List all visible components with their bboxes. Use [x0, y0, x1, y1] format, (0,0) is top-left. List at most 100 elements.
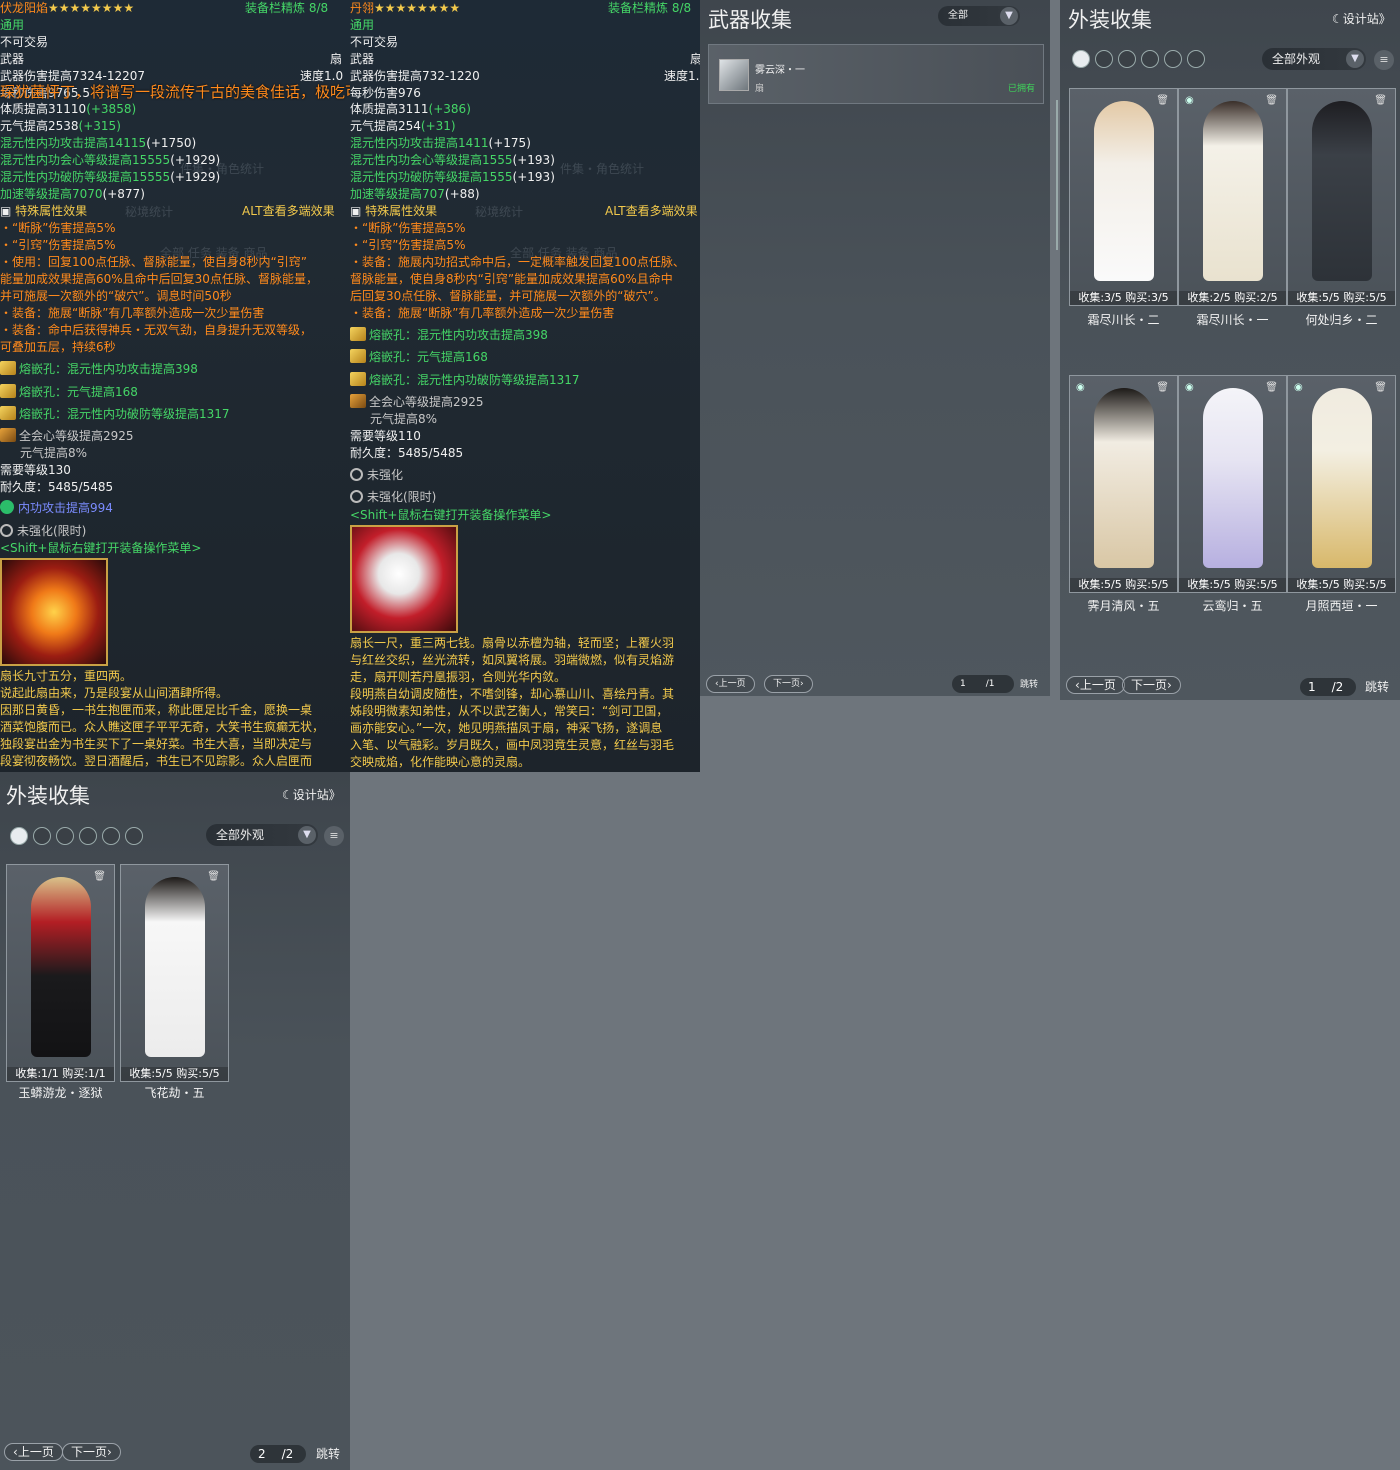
stat-spirit: 元气提高254 — [350, 119, 421, 133]
trash-icon[interactable]: 🗑 — [1374, 95, 1387, 106]
special-line: ・装备：命中后获得神兵・无双气劲，自身提升无双等级， — [0, 323, 313, 337]
desc-line: 因那日黄昏，一书生抱匣而来，称此匣足比千金，愿换一桌 — [0, 703, 313, 717]
outfit-card[interactable]: 🗑 收集:5/5 购买:5/5 — [1287, 88, 1396, 306]
outfit-filter-dropdown[interactable]: 全部外观 ▼ — [1262, 48, 1366, 70]
gem-slot: 熔嵌孔：混元性内功攻击提高398 — [369, 328, 548, 342]
desc-line: 扇长一尺，重三两七钱。扇骨以赤檀为轴，轻而坚；上覆火羽 — [350, 636, 675, 650]
scroll-icon[interactable] — [125, 827, 143, 845]
clothing-icon[interactable] — [33, 827, 51, 845]
chevron-down-icon[interactable]: ▼ — [1346, 50, 1364, 68]
special-line: 能量加成效果提高60%且命中后回复30点任脉、督脉能量， — [0, 272, 318, 286]
gem-slot: 熔嵌孔：元气提高168 — [369, 350, 488, 364]
desc-line: 段明燕自幼调皮随性，不嗜剑锋，却心慕山川、喜绘丹青。其 — [350, 687, 675, 701]
shift-hint: <Shift+鼠标右键打开装备操作菜单> — [0, 541, 202, 555]
outfit-figure — [31, 877, 91, 1057]
category-all-icon[interactable] — [1072, 50, 1090, 68]
monitor-icon: ▣ — [0, 204, 16, 218]
chevron-down-icon[interactable]: ▼ — [298, 826, 316, 844]
scroll-icon[interactable] — [1187, 50, 1205, 68]
prev-page-button[interactable]: ‹上一页 — [4, 1443, 63, 1461]
dropdown-value: 全部 — [948, 10, 968, 21]
trash-icon[interactable]: 🗑 — [1374, 382, 1387, 393]
chevron-down-icon[interactable]: ▼ — [1000, 7, 1018, 25]
prev-label: 上一页 — [17, 1445, 54, 1459]
stat-bonus: (+386) — [428, 102, 471, 116]
filter-settings-icon[interactable]: ≡ — [1374, 50, 1394, 70]
outfit-card[interactable]: ◉ 🗑 收集:5/5 购买:5/5 — [1287, 375, 1396, 593]
trash-icon[interactable]: 🗑 — [207, 871, 220, 882]
filter-settings-icon[interactable]: ≡ — [324, 826, 344, 846]
next-page-button[interactable]: 下一页› — [62, 1443, 121, 1461]
armor-icon[interactable] — [56, 827, 74, 845]
stat-bonus: (+175) — [488, 136, 531, 150]
clothing-icon[interactable] — [1095, 50, 1113, 68]
prev-page-button[interactable]: ‹上一页 — [706, 675, 755, 693]
next-page-button[interactable]: 下一页› — [1122, 676, 1181, 694]
weapon-damage: 武器伤害提高732-1220 — [350, 69, 480, 83]
desc-line: 走，扇开则若丹凰振羽，合则光华内敛。 — [350, 670, 567, 684]
weapon-name: 雾云深・一 — [755, 65, 805, 76]
outfit-card[interactable]: 🗑 收集:1/1 购买:1/1 — [6, 864, 115, 1082]
desc-line: 姊段明微素知弟性，从不以武艺衡人，常笑曰：“剑可卫国， — [350, 704, 669, 718]
panel-title: 外装收集 — [1068, 8, 1152, 32]
owned-status: 已拥有 — [1007, 84, 1035, 94]
prev-page-button[interactable]: ‹上一页 — [1066, 676, 1125, 694]
outfit-card[interactable]: 🗑 收集:3/5 购买:3/5 — [1069, 88, 1178, 306]
outfit-card[interactable]: ◉ 🗑 收集:5/5 购买:5/5 — [1178, 375, 1287, 593]
stat-constitution: 体质提高3111 — [350, 102, 429, 116]
pet-icon[interactable] — [1164, 50, 1182, 68]
design-station-link[interactable]: ☾设计站》 — [1332, 10, 1391, 27]
armor-icon[interactable] — [1118, 50, 1136, 68]
chevron-right-icon: › — [800, 679, 804, 689]
badge-icon: ◉ — [1076, 382, 1085, 393]
trash-icon[interactable]: 🗑 — [1265, 382, 1278, 393]
stat-bonus: (+1929) — [170, 153, 221, 167]
refine-level: 装备栏精炼 8/8 — [245, 1, 329, 15]
trash-icon[interactable]: 🗑 — [1265, 95, 1278, 106]
gear-icon — [350, 468, 363, 481]
page-input[interactable]: 1/2 — [1300, 678, 1356, 696]
monitor-icon: ▣ — [350, 204, 366, 218]
outfit-filter-dropdown[interactable]: 全部外观 ▼ — [206, 824, 318, 846]
trash-icon[interactable]: 🗑 — [93, 871, 106, 882]
desc-line: 与红丝交织，丝光流转，如凤翼将展。羽端微燃，似有灵焰游 — [350, 653, 675, 667]
page-input[interactable]: 2/2 — [250, 1445, 306, 1463]
page-total: /2 — [281, 1447, 294, 1461]
outfit-card[interactable]: ◉ 🗑 收集:2/5 购买:2/5 — [1178, 88, 1287, 306]
weapon-collection-panel: 武器收集 全部 ▼ 雾云深・一 扇 已拥有 ‹上一页 下一页› 1/1 跳转 — [700, 0, 1058, 696]
gem-icon — [350, 372, 366, 386]
weapon-list-item[interactable]: 雾云深・一 扇 已拥有 — [708, 44, 1044, 104]
outfit-figure — [1203, 101, 1263, 281]
prev-label: 上一页 — [1079, 678, 1116, 692]
cape-icon[interactable] — [79, 827, 97, 845]
pet-icon[interactable] — [102, 827, 120, 845]
category-all-icon[interactable] — [10, 827, 28, 845]
trash-icon[interactable]: 🗑 — [1156, 382, 1169, 393]
outfit-name: 云鸾归・五 — [1202, 599, 1263, 613]
jump-button[interactable]: 跳转 — [316, 1445, 340, 1462]
stat-bonus: (+193) — [512, 170, 555, 184]
jump-button[interactable]: 跳转 — [1020, 677, 1038, 690]
trade-status: 不可交易 — [0, 35, 49, 49]
design-station-link[interactable]: ☾设计站》 — [282, 786, 341, 803]
cape-icon[interactable] — [1141, 50, 1159, 68]
item-tooltip-1: 件集・角色统计 秘境统计 全部 任务 装备 商品 伏龙阳焰★★★★★★★★ 装备… — [0, 0, 350, 772]
jump-button[interactable]: 跳转 — [1365, 678, 1389, 695]
stat-bonus: (+315) — [78, 119, 121, 133]
special-line: 后回复30点任脉、督脉能量，并可施展一次额外的“破穴”。 — [350, 289, 666, 303]
trash-icon[interactable]: 🗑 — [1156, 95, 1169, 106]
design-icon: ☾ — [282, 788, 293, 802]
desc-line: 酒菜饱腹而已。众人瞧这匣子平平无奇，大笑书生疯癫无状， — [0, 720, 325, 734]
stat-haste: 加速等级提高7070 — [0, 187, 103, 201]
set-bonus: 全会心等级提高2925 — [369, 395, 484, 409]
page-input[interactable]: 1/1 — [952, 675, 1014, 693]
outfit-card[interactable]: ◉ 🗑 收集:5/5 购买:5/5 — [1069, 375, 1178, 593]
next-page-button[interactable]: 下一页› — [764, 675, 813, 693]
page-total: /1 — [985, 679, 995, 689]
weapon-filter-dropdown[interactable]: 全部 ▼ — [938, 6, 1020, 26]
badge-icon: ◉ — [1185, 95, 1194, 106]
enchant-icon — [0, 500, 14, 514]
outfit-name: 霜尽川长・一 — [1196, 313, 1269, 327]
outfit-card[interactable]: 🗑 收集:5/5 购买:5/5 — [120, 864, 229, 1082]
special-line: ・“引窍”伤害提高5% — [0, 238, 116, 252]
